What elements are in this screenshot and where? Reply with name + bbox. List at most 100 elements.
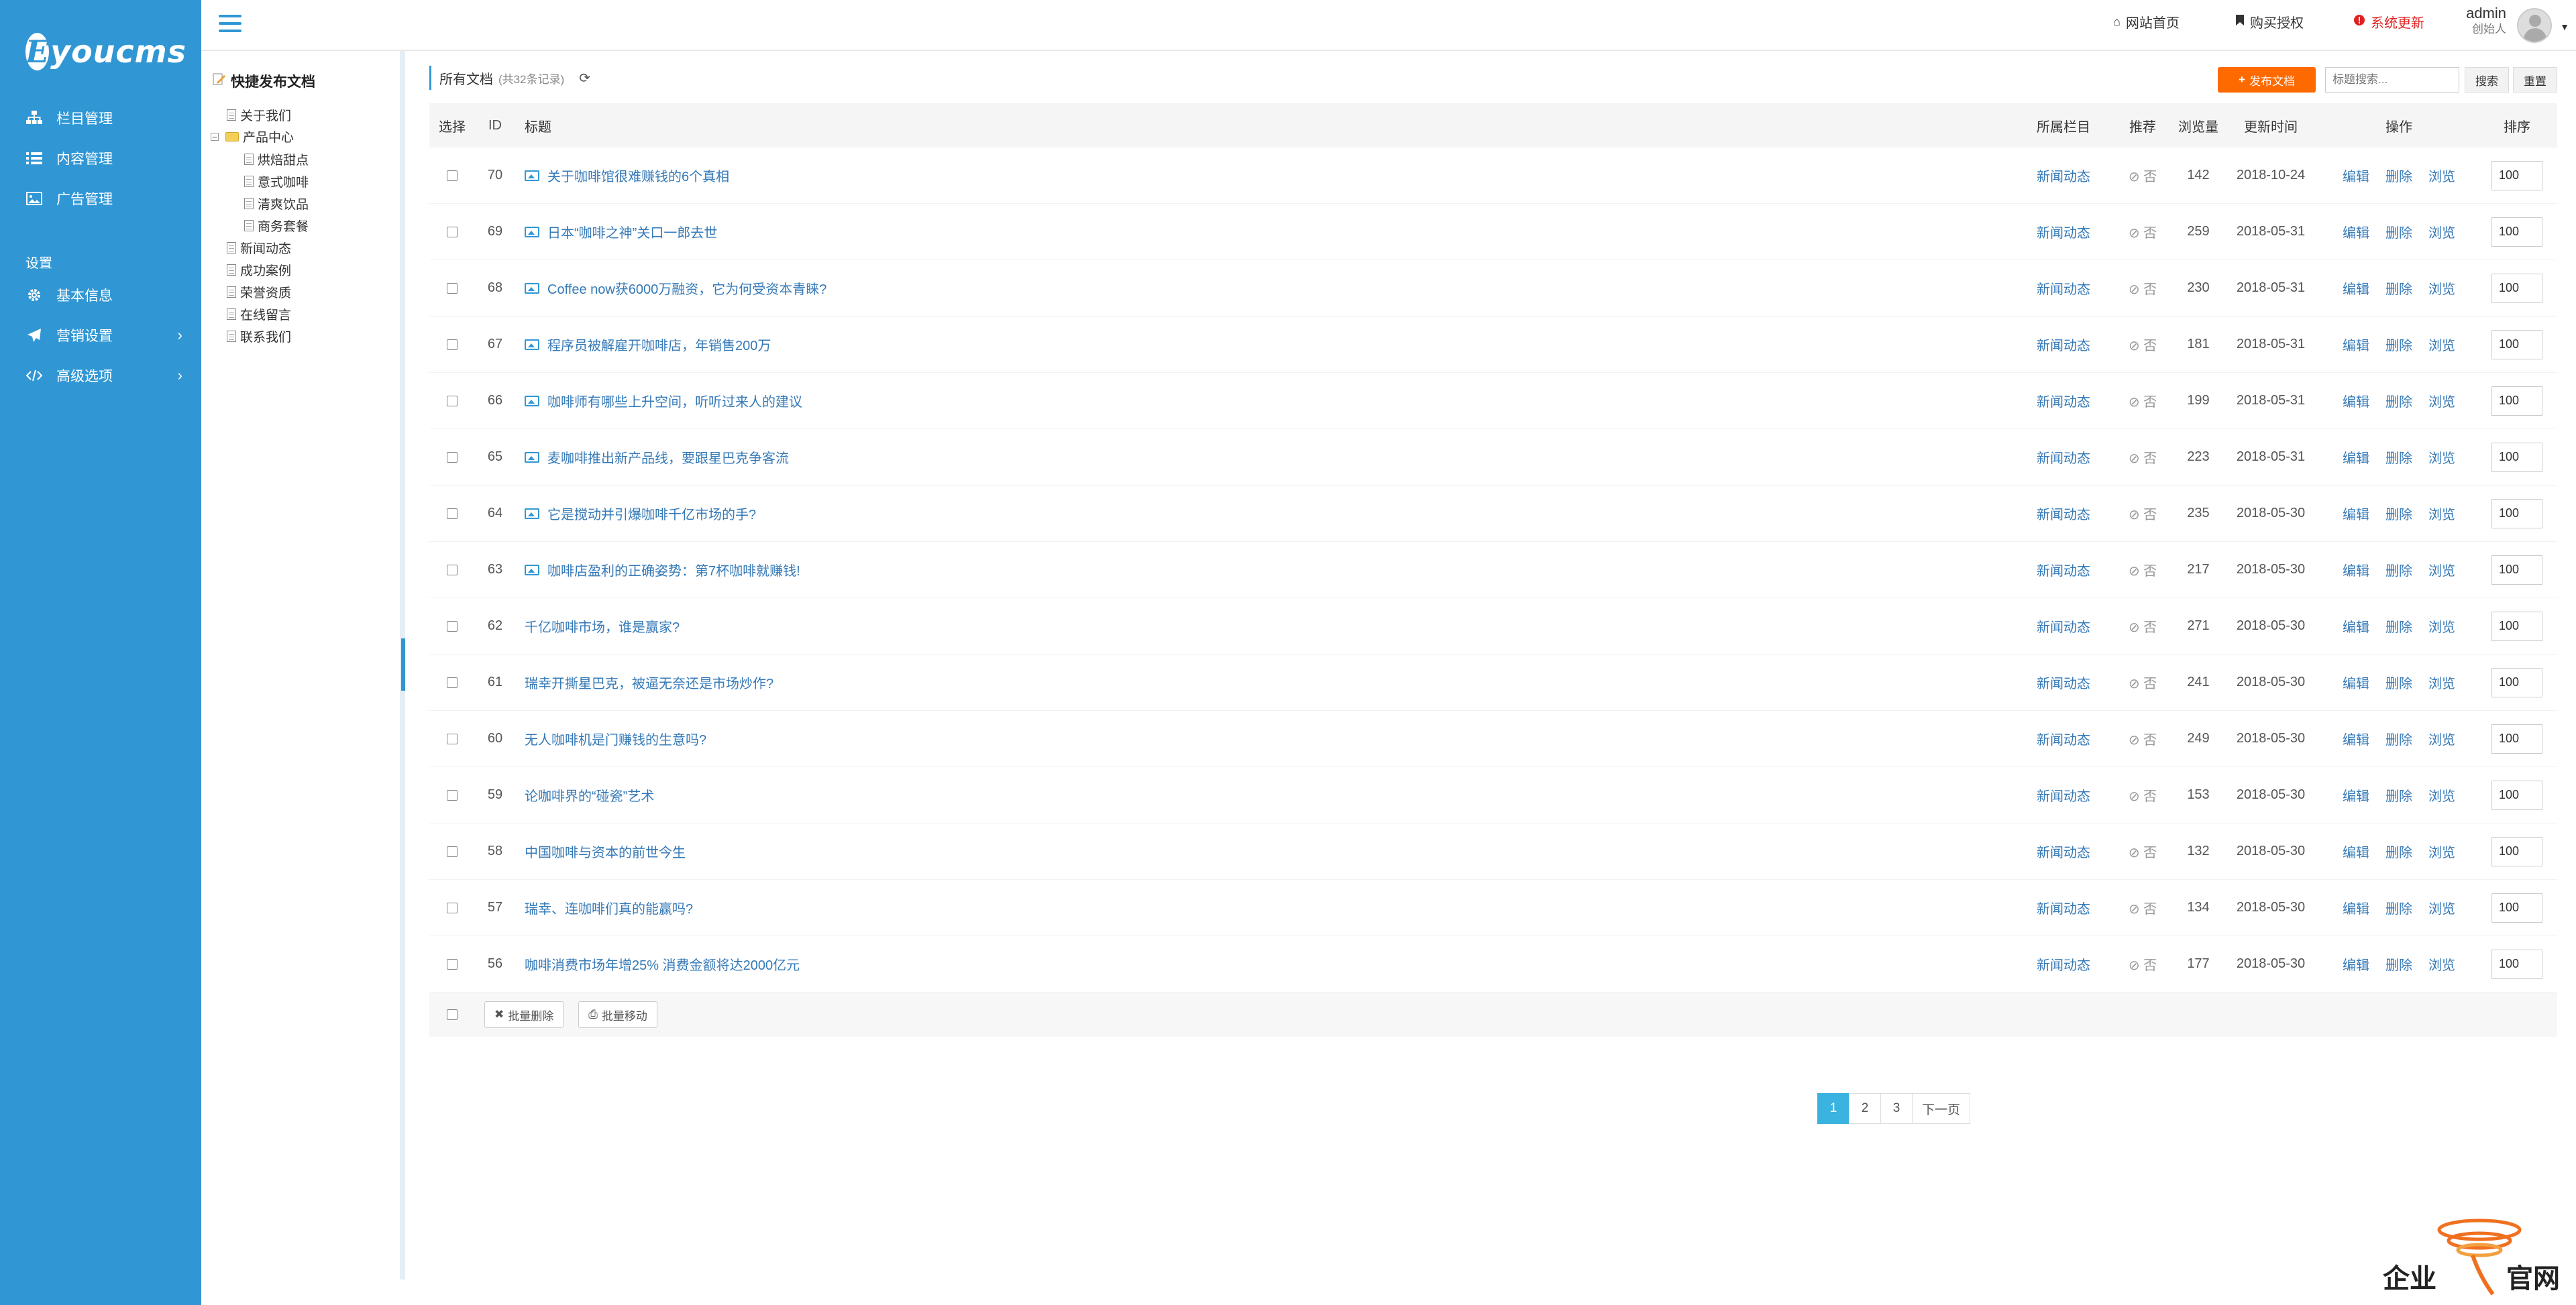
sort-order-input[interactable] <box>2491 893 2542 923</box>
tree-node-drinks[interactable]: 清爽饮品 <box>244 194 309 213</box>
page-1-button[interactable]: 1 <box>1817 1093 1849 1124</box>
batch-delete-button[interactable]: ✖ 批量删除 <box>484 1001 564 1028</box>
delete-link[interactable]: 删除 <box>2385 673 2412 692</box>
view-link[interactable]: 浏览 <box>2428 785 2455 805</box>
edit-link[interactable]: 编辑 <box>2343 842 2369 861</box>
sidebar-item-content[interactable]: 内容管理 <box>0 139 201 177</box>
row-recommend[interactable]: ⊘ 否 <box>2109 447 2176 467</box>
row-title-link[interactable]: 它是搅动并引爆咖啡千亿市场的手? <box>547 504 756 523</box>
delete-link[interactable]: 删除 <box>2385 335 2412 354</box>
delete-link[interactable]: 删除 <box>2385 278 2412 298</box>
sort-order-input[interactable] <box>2491 555 2542 585</box>
row-checkbox[interactable] <box>447 620 458 632</box>
view-link[interactable]: 浏览 <box>2428 335 2455 354</box>
view-link[interactable]: 浏览 <box>2428 898 2455 917</box>
row-checkbox[interactable] <box>447 677 458 688</box>
view-link[interactable]: 浏览 <box>2428 729 2455 748</box>
row-category-link[interactable]: 新闻动态 <box>2037 902 2090 917</box>
row-title-link[interactable]: 日本“咖啡之神”关口一郎去世 <box>547 222 717 241</box>
delete-link[interactable]: 删除 <box>2385 447 2412 467</box>
row-recommend[interactable]: ⊘ 否 <box>2109 616 2176 636</box>
delete-link[interactable]: 删除 <box>2385 785 2412 805</box>
sidebar-item-marketing[interactable]: 营销设置 › <box>0 317 201 354</box>
view-link[interactable]: 浏览 <box>2428 616 2455 636</box>
sort-order-input[interactable] <box>2491 273 2542 303</box>
user-info[interactable]: admin 创始人 <box>2466 5 2506 38</box>
buy-license-link[interactable]: 购买授权 <box>2235 12 2304 32</box>
sort-order-input[interactable] <box>2491 611 2542 641</box>
row-recommend[interactable]: ⊘ 否 <box>2109 222 2176 241</box>
avatar[interactable] <box>2517 8 2552 43</box>
edit-link[interactable]: 编辑 <box>2343 166 2369 185</box>
view-link[interactable]: 浏览 <box>2428 447 2455 467</box>
sort-order-input[interactable] <box>2491 836 2542 866</box>
row-recommend[interactable]: ⊘ 否 <box>2109 391 2176 410</box>
row-recommend[interactable]: ⊘ 否 <box>2109 673 2176 692</box>
row-checkbox[interactable] <box>447 846 458 857</box>
batch-move-button[interactable]: ⎙ 批量移动 <box>578 1001 657 1028</box>
view-link[interactable]: 浏览 <box>2428 504 2455 523</box>
row-category-link[interactable]: 新闻动态 <box>2037 733 2090 748</box>
next-page-button[interactable]: 下一页 <box>1912 1093 1971 1124</box>
row-checkbox[interactable] <box>447 564 458 575</box>
sort-order-input[interactable] <box>2491 498 2542 528</box>
view-link[interactable]: 浏览 <box>2428 673 2455 692</box>
row-title-link[interactable]: 瑞幸开撕星巴克，被逼无奈还是市场炒作? <box>525 673 773 692</box>
delete-link[interactable]: 删除 <box>2385 166 2412 185</box>
edit-link[interactable]: 编辑 <box>2343 898 2369 917</box>
row-title-link[interactable]: 咖啡店盈利的正确姿势：第7杯咖啡就赚钱! <box>547 560 800 579</box>
row-title-link[interactable]: 千亿咖啡市场，谁是赢家? <box>525 616 680 636</box>
row-recommend[interactable]: ⊘ 否 <box>2109 560 2176 579</box>
tree-node-products[interactable]: 产品中心 <box>225 127 294 146</box>
row-category-link[interactable]: 新闻动态 <box>2037 958 2090 973</box>
page-3-button[interactable]: 3 <box>1880 1093 1913 1124</box>
sort-order-input[interactable] <box>2491 724 2542 754</box>
row-category-link[interactable]: 新闻动态 <box>2037 282 2090 297</box>
row-title-link[interactable]: 瑞幸、连咖啡们真的能赢吗? <box>525 898 693 917</box>
search-button[interactable]: 搜索 <box>2465 67 2509 93</box>
row-checkbox[interactable] <box>447 395 458 406</box>
tree-node-cases[interactable]: 成功案例 <box>227 261 291 279</box>
delete-link[interactable]: 删除 <box>2385 898 2412 917</box>
row-title-link[interactable]: 咖啡师有哪些上升空间，听听过来人的建议 <box>547 391 802 410</box>
edit-link[interactable]: 编辑 <box>2343 560 2369 579</box>
edit-link[interactable]: 编辑 <box>2343 954 2369 974</box>
delete-link[interactable]: 删除 <box>2385 954 2412 974</box>
row-title-link[interactable]: Coffee now获6000万融资，它为何受资本青睐? <box>547 278 826 298</box>
publish-document-button[interactable]: + 发布文档 <box>2218 67 2316 93</box>
delete-link[interactable]: 删除 <box>2385 560 2412 579</box>
row-category-link[interactable]: 新闻动态 <box>2037 339 2090 353</box>
edit-link[interactable]: 编辑 <box>2343 673 2369 692</box>
row-checkbox[interactable] <box>447 282 458 294</box>
row-category-link[interactable]: 新闻动态 <box>2037 451 2090 466</box>
site-home-link[interactable]: ⌂ 网站首页 <box>2113 12 2180 32</box>
row-checkbox[interactable] <box>447 902 458 913</box>
edit-link[interactable]: 编辑 <box>2343 729 2369 748</box>
tree-node-business-set[interactable]: 商务套餐 <box>244 217 309 235</box>
edit-link[interactable]: 编辑 <box>2343 447 2369 467</box>
row-checkbox[interactable] <box>447 451 458 463</box>
tree-node-contact[interactable]: 联系我们 <box>227 327 291 345</box>
sidebar-item-columns[interactable]: 栏目管理 <box>0 99 201 137</box>
row-recommend[interactable]: ⊘ 否 <box>2109 729 2176 748</box>
tree-node-message[interactable]: 在线留言 <box>227 305 291 323</box>
row-category-link[interactable]: 新闻动态 <box>2037 395 2090 410</box>
title-search-input[interactable] <box>2325 67 2459 93</box>
tree-node-news[interactable]: 新闻动态 <box>227 239 291 257</box>
row-recommend[interactable]: ⊘ 否 <box>2109 842 2176 861</box>
row-category-link[interactable]: 新闻动态 <box>2037 226 2090 241</box>
view-link[interactable]: 浏览 <box>2428 391 2455 410</box>
row-category-link[interactable]: 新闻动态 <box>2037 789 2090 804</box>
view-link[interactable]: 浏览 <box>2428 166 2455 185</box>
system-update-link[interactable]: 系统更新 <box>2353 12 2424 32</box>
row-category-link[interactable]: 新闻动态 <box>2037 564 2090 579</box>
row-category-link[interactable]: 新闻动态 <box>2037 846 2090 860</box>
row-recommend[interactable]: ⊘ 否 <box>2109 898 2176 917</box>
edit-link[interactable]: 编辑 <box>2343 504 2369 523</box>
view-link[interactable]: 浏览 <box>2428 842 2455 861</box>
delete-link[interactable]: 删除 <box>2385 616 2412 636</box>
delete-link[interactable]: 删除 <box>2385 222 2412 241</box>
row-checkbox[interactable] <box>447 170 458 181</box>
sidebar-item-basic-info[interactable]: 基本信息 <box>0 276 201 314</box>
row-title-link[interactable]: 中国咖啡与资本的前世今生 <box>525 842 686 861</box>
